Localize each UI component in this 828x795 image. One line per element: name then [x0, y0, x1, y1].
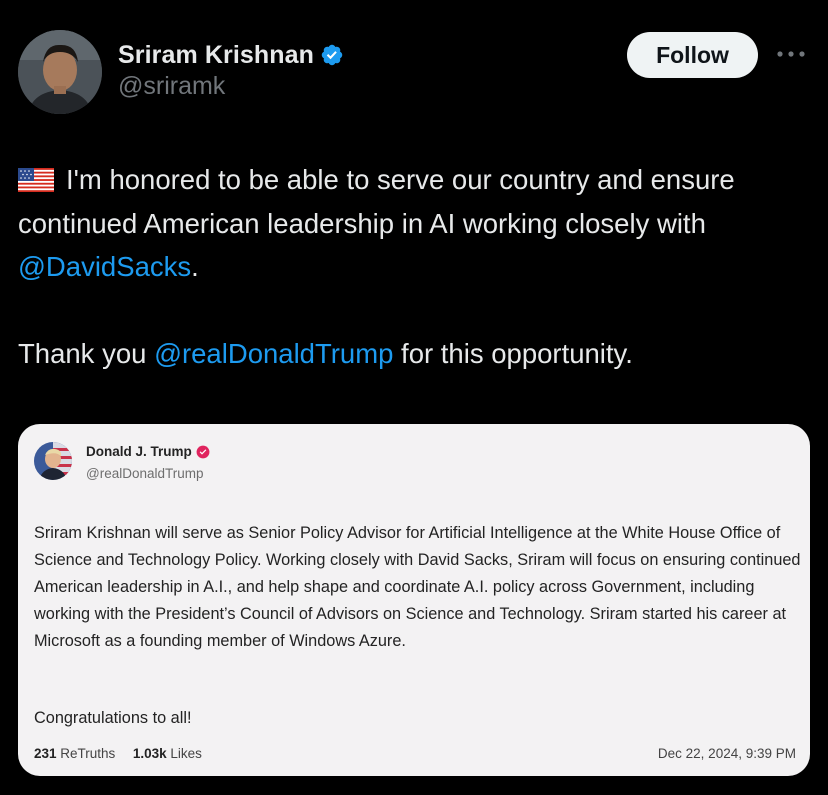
tweet-paragraph-2: Thank you @realDonaldTrump for this oppo… — [18, 332, 808, 376]
embedded-post-congrats: Congratulations to all! — [34, 709, 192, 727]
author-info: Sriram Krishnan @sriramk — [118, 38, 344, 101]
more-options-button[interactable] — [774, 42, 808, 66]
more-horizontal-icon — [777, 51, 805, 57]
tweet-page: Sriram Krishnan @sriramk Follow I'm hono… — [0, 0, 828, 795]
tweet-text-part-4: for this opportunity. — [393, 338, 633, 369]
mention-davidsacks-link[interactable]: @DavidSacks — [18, 251, 191, 282]
mention-realdonaldtrump-link[interactable]: @realDonaldTrump — [154, 338, 393, 369]
embedded-post-body: Sriram Krishnan will serve as Senior Pol… — [34, 524, 801, 650]
tweet-paragraph-1: I'm honored to be able to serve our coun… — [18, 158, 808, 289]
retruths-label: ReTruths — [60, 746, 116, 761]
tweet-text-part-1: I'm honored to be able to serve our coun… — [18, 164, 735, 239]
author-handle[interactable]: @sriramk — [118, 72, 344, 101]
embedded-post-image[interactable]: Donald J. Trump @realDonaldTrump Sriram … — [18, 424, 810, 776]
embedded-post-timestamp: Dec 22, 2024, 9:39 PM — [657, 746, 796, 761]
embedded-author-avatar — [34, 442, 72, 480]
embedded-author-name: Donald J. Trump — [86, 444, 192, 459]
portrait-avatar-icon — [34, 442, 72, 480]
likes-label: Likes — [170, 746, 202, 761]
tweet-text-part-2: . — [191, 251, 199, 282]
embedded-author-handle: @realDonaldTrump — [86, 466, 204, 481]
author-name[interactable]: Sriram Krishnan — [118, 41, 314, 70]
us-flag-icon — [18, 168, 54, 192]
verified-badge-icon — [321, 44, 343, 66]
verified-badge-icon — [196, 445, 210, 458]
follow-button[interactable]: Follow — [627, 32, 758, 78]
likes-count: 1.03k — [132, 746, 167, 761]
author-name-row: Sriram Krishnan — [118, 38, 344, 72]
author-avatar[interactable] — [18, 30, 102, 114]
person-avatar-icon — [18, 30, 102, 114]
retruths-count: 231 — [34, 746, 57, 761]
embedded-post-stats: 231 ReTruths 1.03k Likes — [34, 746, 202, 761]
tweet-text: I'm honored to be able to serve our coun… — [18, 158, 808, 376]
embedded-name-row: Donald J. Trump — [86, 444, 210, 459]
tweet-text-part-3: Thank you — [18, 338, 155, 369]
